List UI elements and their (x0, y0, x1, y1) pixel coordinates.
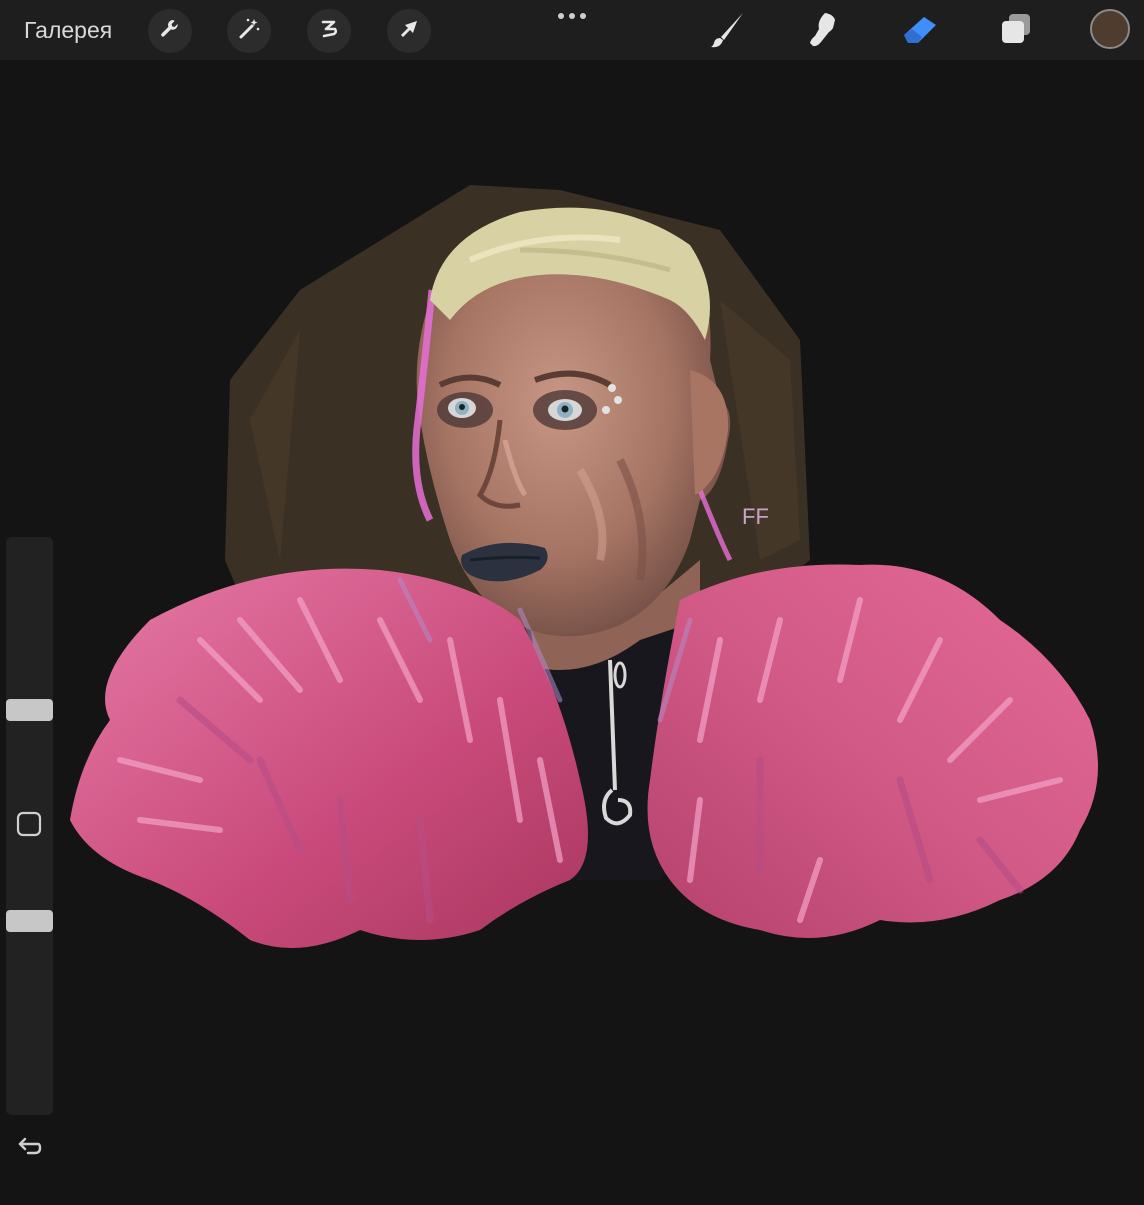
top-toolbar: Галерея (0, 0, 1144, 60)
eraser-tool-button[interactable] (896, 8, 942, 54)
color-picker-button[interactable] (1090, 9, 1130, 49)
smudge-icon (803, 9, 843, 54)
transform-arrow-icon (397, 17, 421, 46)
selection-icon (317, 17, 341, 46)
actions-button[interactable] (148, 9, 192, 53)
smudge-tool-button[interactable] (800, 8, 846, 54)
signature: FF (742, 504, 769, 529)
brush-tool-button[interactable] (704, 8, 750, 54)
brush-size-slider[interactable] (6, 698, 53, 721)
adjustments-button[interactable] (227, 9, 271, 53)
selection-button[interactable] (307, 9, 351, 53)
side-sliders-panel (6, 537, 53, 1115)
undo-icon (16, 1136, 42, 1163)
transform-button[interactable] (387, 9, 431, 53)
gallery-button[interactable]: Галерея (24, 17, 112, 44)
fur-collar-right (647, 564, 1098, 938)
layers-button[interactable] (993, 8, 1039, 54)
magic-wand-icon (236, 16, 262, 47)
undo-button[interactable] (14, 1134, 44, 1164)
square-icon (16, 811, 42, 842)
opacity-slider[interactable] (6, 909, 53, 932)
modify-button[interactable] (16, 811, 42, 842)
more-options-button[interactable] (552, 4, 592, 28)
eraser-icon (898, 9, 940, 54)
wrench-icon (158, 17, 182, 46)
more-dots-icon (556, 7, 588, 25)
brush-icon (707, 9, 747, 54)
drawing-canvas[interactable]: FF (0, 60, 1144, 1200)
layers-icon (996, 9, 1036, 54)
artwork: FF (70, 185, 1098, 948)
